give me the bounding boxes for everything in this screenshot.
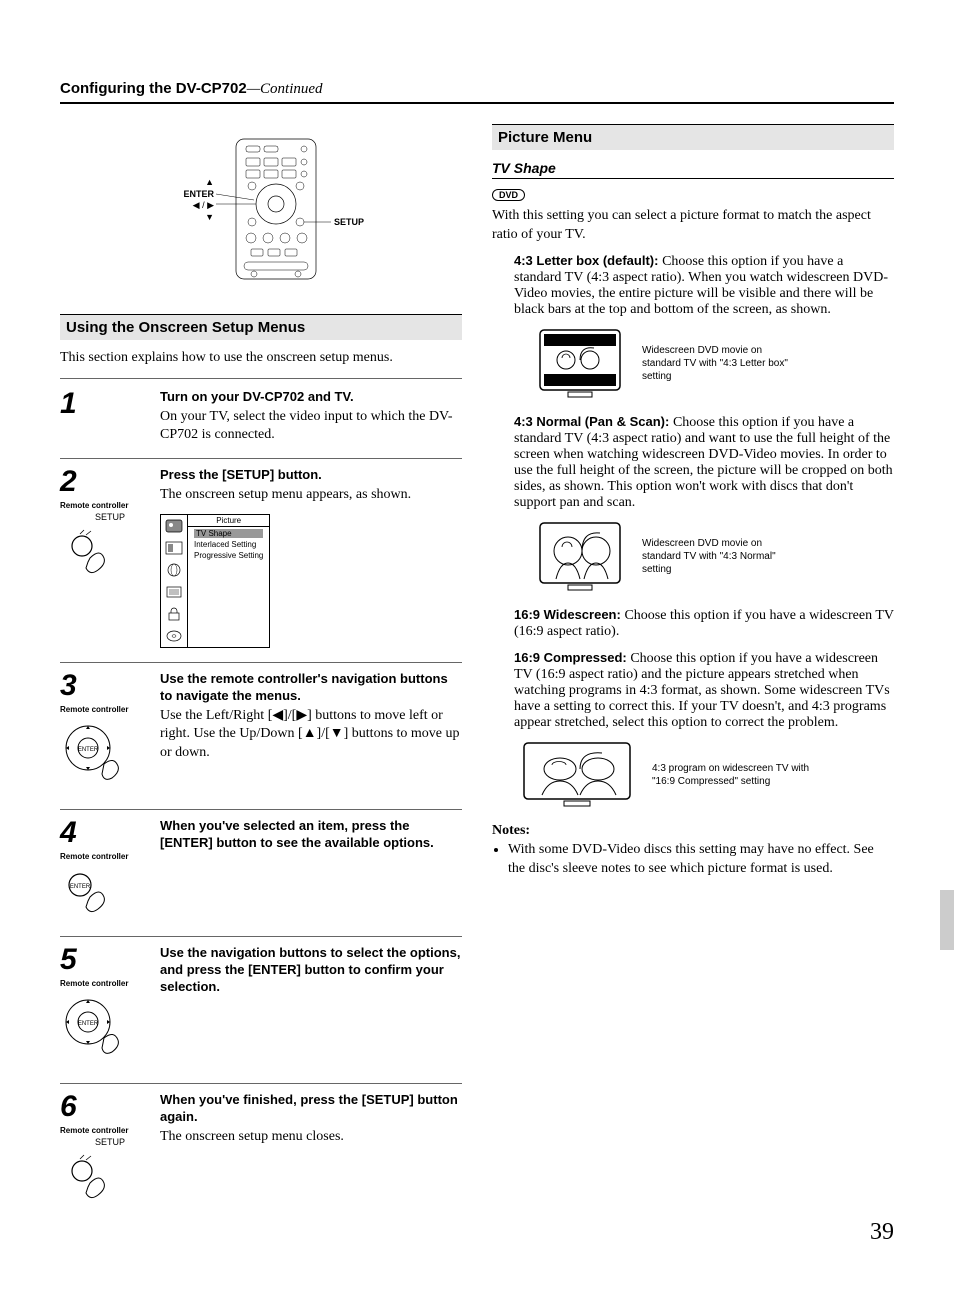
setup-button-icon [60,528,160,583]
osd-item: Interlaced Setting [194,540,263,549]
step-body: The onscreen setup menu closes. [160,1128,462,1146]
tv-illustration-compressed: 4:3 program on widescreen TV with "16:9 … [522,741,894,809]
option-panscan: 4:3 Normal (Pan & Scan): Choose this opt… [514,414,894,511]
step-bold: Use the remote controller's navigation b… [160,671,462,705]
header-continued: —Continued [247,81,323,97]
setup-label: SETUP [60,512,160,522]
notes-list: With some DVD-Video discs this setting m… [492,841,894,879]
side-tab [940,890,954,950]
remote-controller-label: Remote controller [60,705,160,714]
svg-text:▼: ▼ [205,212,214,222]
option-widescreen: 16:9 Widescreen: Choose this option if y… [514,607,894,640]
step-body: On your TV, select the video input to wh… [160,408,462,444]
option-label: 16:9 Compressed: [514,650,630,665]
step-body: The onscreen setup menu appears, as show… [160,486,462,504]
section-heading-picture-menu: Picture Menu [492,124,894,150]
option-body: Choose this option if you have a standar… [514,415,893,510]
remote-controller-label: Remote controller [60,1126,160,1135]
svg-text:▲: ▲ [205,177,214,187]
step-bold: Press the [SETUP] button. [160,467,462,484]
option-letterbox: 4:3 Letter box (default): Choose this op… [514,253,894,318]
osd-menu-illustration: Picture TV Shape Interlaced Setting Prog… [160,514,270,648]
step-number: 2 [60,467,160,497]
lock-icon [165,607,183,621]
sub-heading-tv-shape: TV Shape [492,160,894,179]
option-compressed: 16:9 Compressed: Choose this option if y… [514,650,894,731]
left-column: ▲ ENTER ◀ / ▶ ▼ SETUP Using the Onscreen… [60,124,462,1222]
setup-label: SETUP [60,1137,160,1147]
remote-diagram: ▲ ENTER ◀ / ▶ ▼ SETUP [60,134,462,284]
intro-text: This section explains how to use the ons… [60,350,462,366]
option-label: 4:3 Letter box (default): [514,253,662,268]
section-heading-setup-menus: Using the Onscreen Setup Menus [60,314,462,340]
step-number: 4 [60,818,160,848]
diagram-enter-label: ENTER [183,189,214,199]
display-icon [165,541,183,555]
tv-illustration-panscan: Widescreen DVD movie on standard TV with… [538,521,894,593]
setup-button-icon [60,1153,160,1208]
osd-item: Progressive Setting [194,551,263,560]
step-number: 6 [60,1092,160,1122]
nav-ring-icon: ENTER [60,994,160,1069]
diagram-setup-label: SETUP [334,217,364,227]
caption: Widescreen DVD movie on standard TV with… [642,344,802,383]
lines-icon [165,585,183,599]
disc-icon [165,629,183,643]
step-number: 3 [60,671,160,701]
step-5: 5 Remote controller ENTER [60,937,462,1084]
step-bold: When you've selected an item, press the … [160,818,462,852]
option-label: 4:3 Normal (Pan & Scan): [514,414,673,429]
remote-controller-label: Remote controller [60,852,160,861]
svg-text:ENTER: ENTER [78,747,99,753]
remote-controller-label: Remote controller [60,501,160,510]
enter-button-icon: ENTER [60,867,160,922]
caption: 4:3 program on widescreen TV with "16:9 … [652,762,812,788]
option-label: 16:9 Widescreen: [514,607,624,622]
tv-illustration-letterbox: Widescreen DVD movie on standard TV with… [538,328,894,400]
picture-icon [165,519,183,533]
header-title: Configuring the DV-CP702 [60,80,247,97]
page-header: Configuring the DV-CP702—Continued [60,80,894,104]
page-number: 39 [870,1219,894,1246]
remote-controller-label: Remote controller [60,979,160,988]
step-body: Use the Left/Right [◀]/[▶] buttons to mo… [160,707,462,762]
step-2: 2 Remote controller SETUP Press the [SET… [60,459,462,663]
step-bold: Turn on your DV-CP702 and TV. [160,389,462,406]
dvd-badge: DVD [492,189,525,201]
step-4: 4 Remote controller ENTER When you've se… [60,810,462,937]
note-item: With some DVD-Video discs this setting m… [508,841,894,879]
svg-text:◀ / ▶: ◀ / ▶ [193,200,214,210]
step-number: 1 [60,389,160,419]
osd-title: Picture [188,515,269,527]
step-1: 1 Turn on your DV-CP702 and TV. On your … [60,378,462,459]
globe-icon [165,563,183,577]
step-bold: Use the navigation buttons to select the… [160,945,462,996]
osd-item: TV Shape [194,529,263,538]
svg-text:ENTER: ENTER [70,884,91,890]
right-column: Picture Menu TV Shape DVD With this sett… [492,124,894,1222]
step-number: 5 [60,945,160,975]
caption: Widescreen DVD movie on standard TV with… [642,537,802,576]
svg-text:ENTER: ENTER [78,1021,99,1027]
intro-body: With this setting you can select a pictu… [492,207,894,245]
step-3: 3 Remote controller ENTER [60,663,462,810]
step-6: 6 Remote controller SETUP When you've fi… [60,1084,462,1222]
nav-ring-icon: ENTER [60,720,160,795]
step-bold: When you've finished, press the [SETUP] … [160,1092,462,1126]
notes-heading: Notes: [492,823,894,839]
